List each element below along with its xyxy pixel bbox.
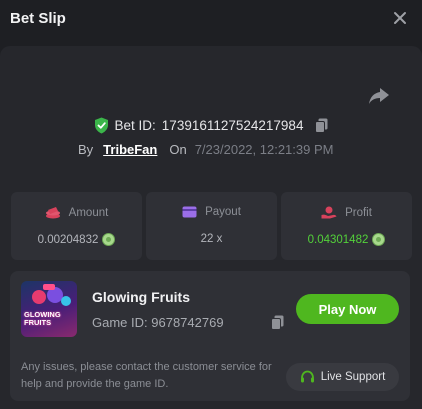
game-id-label: Game ID:	[92, 315, 148, 330]
bet-date: 7/23/2022, 12:21:39 PM	[194, 141, 334, 157]
thumbnail-title: GLOWING FRUITS	[24, 310, 61, 327]
live-support-label: Live Support	[320, 371, 386, 383]
copy-icon[interactable]	[271, 315, 284, 330]
coins-icon	[45, 207, 60, 219]
on-label: On	[169, 141, 187, 157]
bet-author-row: By TribeFan On 7/23/2022, 12:21:39 PM	[78, 140, 333, 158]
stat-profit: Profit 0.04301482	[281, 192, 412, 260]
close-icon[interactable]	[392, 10, 408, 26]
fruit-art-icon	[32, 284, 71, 306]
stat-value: 0.04301482	[307, 233, 369, 246]
stat-label: Payout	[205, 206, 241, 218]
stat-payout: Payout 22 x	[146, 192, 277, 260]
title-bar: Bet Slip	[0, 0, 422, 40]
game-name: Glowing Fruits	[92, 289, 190, 305]
window-title: Bet Slip	[10, 10, 66, 27]
by-label: By	[78, 141, 94, 157]
wallet-icon	[182, 206, 197, 218]
game-id: Game ID: 9678742769	[92, 315, 224, 330]
stat-value: 22 x	[200, 233, 223, 245]
game-thumbnail[interactable]: GLOWING FRUITS	[21, 281, 77, 337]
share-icon[interactable]	[368, 86, 390, 106]
bet-id-value: 1739161127524217984	[161, 117, 304, 133]
copy-icon[interactable]	[315, 118, 328, 133]
support-notice: Any issues, please contact the customer …	[21, 361, 272, 390]
play-now-button[interactable]: Play Now	[296, 294, 399, 324]
game-card: GLOWING FRUITS Glowing Fruits Game ID: 9…	[10, 271, 410, 401]
bet-id-label: Bet ID:	[114, 117, 156, 133]
game-id-value: 9678742769	[151, 315, 224, 330]
stat-amount: Amount 0.00204832	[11, 192, 142, 260]
shield-check-icon	[94, 117, 108, 133]
live-support-button[interactable]: Live Support	[286, 363, 399, 391]
bet-id-row: Bet ID: 1739161127524217984	[0, 115, 422, 135]
stat-label: Profit	[345, 206, 372, 219]
headset-icon	[300, 370, 314, 383]
stat-value: 0.00204832	[37, 233, 99, 246]
stat-label: Amount	[68, 206, 109, 219]
token-coin-icon	[372, 233, 386, 246]
profit-icon	[321, 206, 337, 219]
username-link[interactable]: TribeFan	[103, 142, 157, 157]
token-coin-icon	[102, 233, 116, 246]
